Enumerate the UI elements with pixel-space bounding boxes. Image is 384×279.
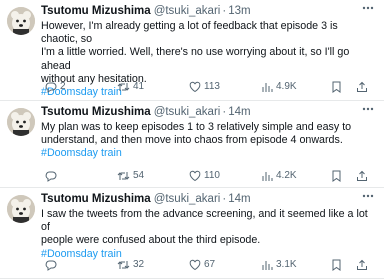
retweet-count: 32 (133, 259, 145, 270)
timestamp[interactable]: 14m (228, 106, 250, 118)
separator: · (222, 5, 227, 17)
retweet-count: 41 (133, 81, 145, 92)
reply-button[interactable] (45, 169, 60, 183)
retweet-button[interactable]: 32 (117, 258, 144, 272)
views-button[interactable]: 4.9K (261, 80, 297, 94)
author-handle[interactable]: @tsuki_akari (154, 106, 221, 118)
timestamp[interactable]: 13m (228, 5, 250, 17)
more-icon[interactable] (360, 190, 376, 204)
share-icon[interactable] (356, 169, 368, 183)
author-name[interactable]: Tsutomu Mizushima (41, 193, 151, 205)
author-handle[interactable]: @tsuki_akari (154, 5, 221, 17)
tweet-text: My plan was to keep episodes 1 to 3 rela… (41, 121, 370, 161)
like-count: 113 (204, 81, 220, 92)
retweet-count: 54 (133, 170, 145, 181)
tweet[interactable]: Tsutomu Mizushima @tsuki_akari · 14m I saw … (0, 188, 384, 279)
retweet-icon (117, 172, 130, 180)
retweet-icon (117, 261, 130, 269)
like-button[interactable]: 113 (189, 80, 220, 94)
tweet-text-line: However, I'm already getting a lot of fe… (41, 20, 338, 46)
tweet-text-line: My plan was to keep episodes 1 to 3 rela… (41, 121, 352, 133)
like-button[interactable]: 67 (189, 258, 215, 272)
bookmark-icon[interactable] (331, 169, 342, 183)
tweet-text-line: people were confused about the third epi… (41, 234, 261, 247)
share-icon[interactable] (356, 258, 368, 272)
reply-icon (45, 260, 57, 271)
tweet-text-line: understand, and then move into chaos fro… (41, 134, 343, 147)
tweet-actions: 2 41 113 4.9K (41, 80, 376, 94)
author-name[interactable]: Tsutomu Mizushima (41, 5, 151, 17)
tweet-actions: 32 67 3.1K (41, 258, 376, 272)
like-icon (189, 259, 201, 271)
avatar[interactable] (7, 108, 35, 136)
like-button[interactable]: 110 (189, 169, 220, 183)
views-count: 3.1K (276, 259, 297, 270)
tweet-text-line: I saw the tweets from the advance screen… (41, 208, 368, 234)
hashtag-link[interactable]: #Doomsday train (41, 147, 370, 160)
like-icon (189, 170, 201, 182)
separator: · (222, 193, 227, 205)
views-button[interactable]: 3.1K (261, 258, 297, 272)
views-icon (262, 172, 273, 181)
bookmark-icon[interactable] (331, 258, 342, 272)
more-icon[interactable] (360, 103, 376, 117)
retweet-icon (117, 83, 130, 91)
views-icon (262, 83, 273, 92)
bookmark-icon[interactable] (331, 80, 342, 94)
views-button[interactable]: 4.2K (261, 169, 297, 183)
avatar[interactable] (7, 195, 35, 223)
reply-button[interactable]: 2 (45, 80, 66, 94)
tweet-text-line: I'm a little worried. Well, there's no u… (41, 46, 350, 72)
views-count: 4.9K (276, 81, 297, 92)
views-icon (262, 261, 273, 270)
author-name[interactable]: Tsutomu Mizushima (41, 106, 151, 118)
timestamp[interactable]: 14m (228, 193, 250, 205)
retweet-button[interactable]: 54 (117, 169, 144, 183)
reply-icon (45, 82, 57, 93)
share-icon[interactable] (356, 80, 368, 94)
separator: · (222, 106, 227, 118)
tweet[interactable]: Tsutomu Mizushima @tsuki_akari · 13m Howeve… (0, 0, 384, 101)
avatar[interactable] (7, 7, 35, 35)
more-icon[interactable] (360, 2, 376, 16)
reply-button[interactable] (45, 258, 60, 272)
views-count: 4.2K (276, 170, 297, 181)
like-count: 67 (204, 259, 216, 270)
tweet-actions: 54 110 4.2K (41, 169, 376, 183)
retweet-button[interactable]: 41 (117, 80, 144, 94)
author-handle[interactable]: @tsuki_akari (154, 193, 221, 205)
reply-icon (45, 171, 57, 182)
reply-count: 2 (60, 81, 66, 92)
like-count: 110 (204, 170, 220, 181)
tweet-feed: Tsutomu Mizushima @tsuki_akari · 13m Howeve… (0, 0, 384, 279)
tweet[interactable]: Tsutomu Mizushima @tsuki_akari · 14m My pla… (0, 101, 384, 188)
tweet-text: I saw the tweets from the advance screen… (41, 208, 370, 261)
like-icon (189, 81, 201, 93)
